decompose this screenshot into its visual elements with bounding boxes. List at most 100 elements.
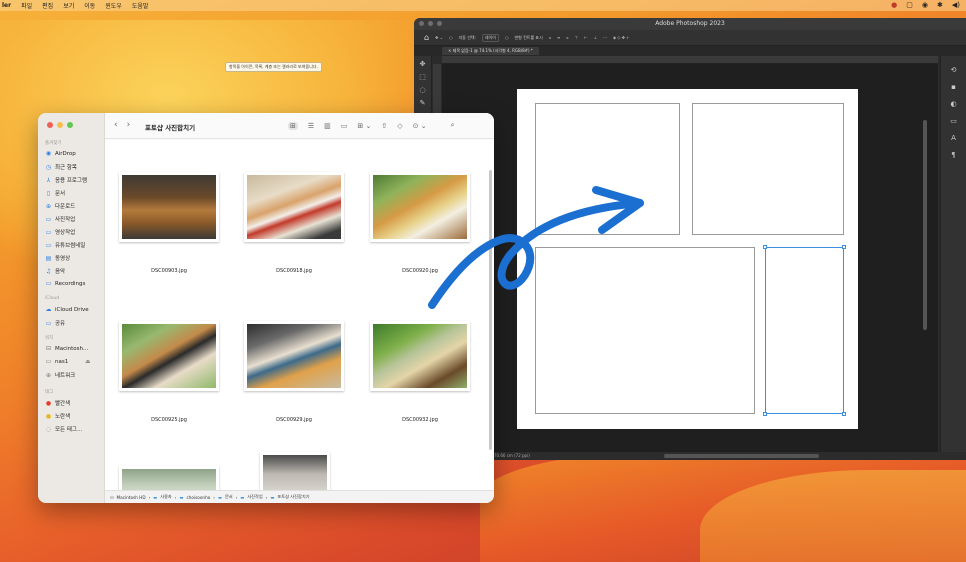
marquee-tool-icon[interactable]: ⬚	[417, 73, 429, 82]
more-options-icon[interactable]: ···	[603, 35, 607, 40]
sidebar-item-nas1[interactable]: ▭ nas1 ⏏	[45, 358, 91, 365]
shield-icon[interactable]: ▢	[906, 1, 913, 9]
forward-button[interactable]: ›	[127, 120, 131, 130]
align-top-icon[interactable]: ⊤	[575, 35, 578, 40]
path-item[interactable]: 사진작업	[247, 494, 262, 500]
file-name[interactable]: DSC00929.jpg	[244, 417, 344, 423]
sidebar-item-shared[interactable]: ▭ 공유	[45, 319, 65, 328]
file-thumbnail[interactable]	[370, 172, 470, 242]
transform-handle[interactable]	[763, 245, 767, 249]
status-app-icon[interactable]: ●	[891, 1, 897, 9]
transform-handle[interactable]	[842, 412, 846, 416]
tag-icon[interactable]: ◇	[397, 122, 402, 130]
move-tool-icon[interactable]: ✥	[417, 60, 429, 69]
list-view-button[interactable]: ☰	[308, 122, 314, 130]
horizontal-scrollbar[interactable]	[664, 454, 819, 458]
group-button[interactable]: ⊞ ⌄	[357, 122, 371, 130]
file-thumbnail[interactable]	[244, 321, 344, 391]
align-center-icon[interactable]: ≡	[557, 35, 560, 40]
file-thumbnail[interactable]	[260, 452, 330, 490]
menu-window[interactable]: 윈도우	[105, 1, 122, 10]
menu-go[interactable]: 이동	[84, 1, 95, 10]
sidebar-item-movies[interactable]: ▤ 동영상	[45, 254, 71, 263]
more-actions-button[interactable]: ⊙ ⌄	[413, 122, 427, 130]
photo-frame-top-right[interactable]	[692, 103, 844, 235]
file-thumbnail[interactable]	[370, 321, 470, 391]
align-right-icon[interactable]: ⫸	[566, 35, 568, 40]
sidebar-item-tag-yellow[interactable]: ● 노란색	[45, 412, 70, 421]
path-item[interactable]: 사용자	[160, 494, 172, 500]
transform-handle[interactable]	[763, 412, 767, 416]
properties-panel-icon[interactable]: ▪	[949, 83, 959, 91]
sidebar-item-icloud-drive[interactable]: ☁ iCloud Drive	[45, 306, 89, 313]
bluetooth-icon[interactable]: ✱	[937, 1, 943, 9]
sidebar-item-recents[interactable]: ◷ 최근 항목	[45, 163, 77, 172]
file-thumbnail[interactable]	[119, 321, 219, 391]
align-left-icon[interactable]: ⫷	[549, 35, 551, 40]
history-panel-icon[interactable]: ⟲	[949, 66, 959, 74]
sidebar-item-youtube-thumbnails[interactable]: ▭ 유튜브썸네일	[45, 241, 86, 250]
lasso-tool-icon[interactable]: ◌	[417, 86, 429, 95]
file-name[interactable]: DSC00925.jpg	[119, 417, 219, 423]
home-icon[interactable]: ⌂	[424, 33, 429, 42]
move-tool-icon[interactable]: ✥ ⌄	[435, 35, 443, 40]
photo-frame-bottom-right-selected[interactable]	[765, 247, 844, 414]
menu-help[interactable]: 도움말	[132, 1, 149, 10]
transform-controls-checkbox[interactable]: ○	[505, 35, 509, 40]
adjustments-panel-icon[interactable]: ◐	[949, 100, 959, 108]
path-item[interactable]: 포토샵 사진합치기	[277, 494, 309, 500]
sidebar-item-network[interactable]: ⊕ 네트워크	[45, 371, 75, 380]
file-name[interactable]: DSC00903.jpg	[119, 268, 219, 274]
tab-close-icon[interactable]: ×	[448, 48, 451, 53]
sidebar-item-music[interactable]: ♫ 음악	[45, 267, 65, 276]
align-middle-icon[interactable]: ⊢	[584, 35, 587, 40]
photo-frame-bottom-left[interactable]	[535, 247, 755, 414]
sidebar-item-tag-red[interactable]: ● 빨간색	[45, 399, 70, 408]
share-icon[interactable]: ⇧	[381, 122, 387, 130]
sidebar-item-downloads[interactable]: ⊕ 다운로드	[45, 202, 75, 211]
close-button[interactable]	[47, 122, 53, 128]
zoom-button[interactable]	[67, 122, 73, 128]
search-icon[interactable]: ⌕	[451, 121, 455, 130]
sidebar-item-documents[interactable]: ▯ 문서	[45, 189, 65, 198]
path-item[interactable]: Macintosh HD	[117, 495, 146, 500]
file-thumbnail[interactable]	[119, 172, 219, 242]
sidebar-item-airdrop[interactable]: ◉ AirDrop	[45, 150, 76, 157]
path-item[interactable]: choisoonho	[186, 495, 210, 500]
menu-app-name[interactable]: ler	[2, 2, 11, 9]
file-thumbnail[interactable]	[119, 466, 219, 490]
minimize-button[interactable]	[57, 122, 63, 128]
menu-edit[interactable]: 편집	[42, 1, 53, 10]
transform-handle[interactable]	[842, 245, 846, 249]
magic-wand-tool-icon[interactable]: ✎	[417, 99, 429, 108]
sidebar-item-video-work[interactable]: ▭ 영상작업	[45, 228, 76, 237]
minimize-button[interactable]	[428, 21, 433, 26]
sidebar-item-macintosh-hd[interactable]: ⊟ Macintosh...	[45, 345, 88, 352]
path-item[interactable]: 문서	[225, 494, 233, 500]
finder-scrollbar[interactable]	[489, 170, 492, 450]
vertical-scrollbar[interactable]	[923, 120, 927, 330]
back-button[interactable]: ‹	[114, 120, 118, 130]
paragraph-panel-icon[interactable]: ¶	[949, 151, 959, 159]
menu-file[interactable]: 파일	[21, 1, 32, 10]
eject-icon[interactable]: ⏏	[85, 359, 90, 365]
file-name[interactable]: DSC00918.jpg	[244, 268, 344, 274]
sidebar-item-photo-work[interactable]: ▭ 사진작업	[45, 215, 76, 224]
align-bottom-icon[interactable]: ⊥	[594, 35, 597, 40]
auto-select-checkbox[interactable]: ○	[449, 35, 453, 40]
zoom-button[interactable]	[437, 21, 442, 26]
3d-mode-icon[interactable]: ◈ ◇ ✥ ⊹	[613, 35, 630, 40]
volume-icon[interactable]: ◀)	[952, 1, 960, 9]
gallery-view-button[interactable]: ▭	[341, 122, 348, 130]
column-view-button[interactable]: ▥	[324, 122, 331, 130]
icon-view-button[interactable]: ⊞	[288, 121, 298, 130]
menu-view[interactable]: 보기	[63, 1, 74, 10]
file-thumbnail[interactable]	[244, 172, 344, 242]
layer-select[interactable]: 레이어	[481, 33, 499, 42]
libraries-panel-icon[interactable]: ▭	[949, 117, 959, 125]
document-tab[interactable]: × 제목 없음-1 @ 74.1% (사각형 4, RGB/8#) *	[442, 47, 539, 55]
close-button[interactable]	[419, 21, 424, 26]
file-name[interactable]: DSC00932.jpg	[370, 417, 470, 423]
character-panel-icon[interactable]: A	[949, 134, 959, 142]
file-name[interactable]: DSC00920.jpg	[370, 268, 470, 274]
